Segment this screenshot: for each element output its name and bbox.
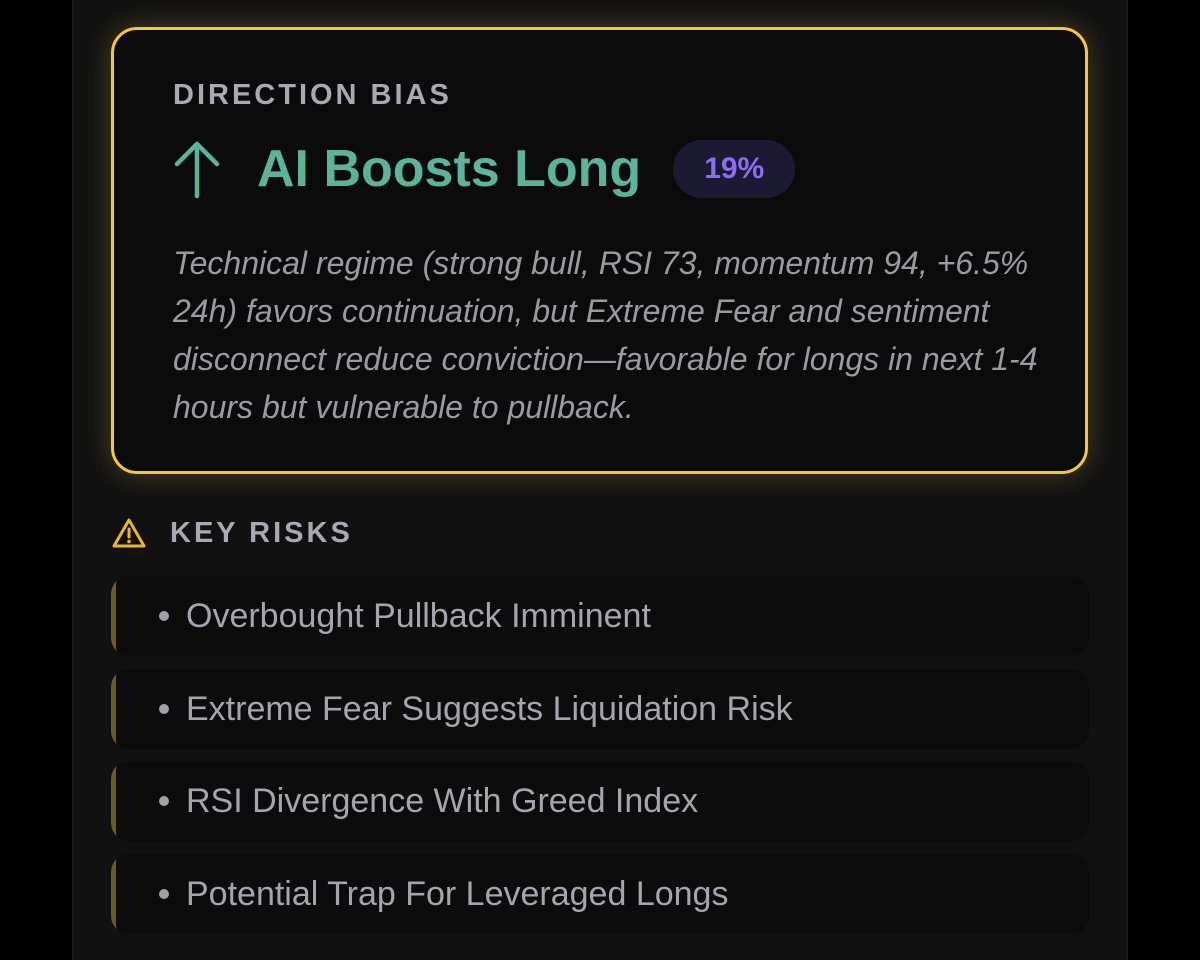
risk-accent-bar: [111, 761, 121, 841]
risk-item-text: Overbought Pullback Imminent: [186, 596, 651, 635]
warning-icon: [112, 518, 146, 548]
key-risks-title: KEY RISKS: [170, 516, 353, 549]
risk-item-text: Potential Trap For Leveraged Longs: [186, 874, 729, 913]
key-risks-header: KEY RISKS: [112, 510, 353, 556]
bullet-icon: [159, 796, 169, 806]
risk-accent-bar: [111, 669, 121, 749]
bullet-icon: [159, 704, 169, 714]
risk-accent-bar: [111, 576, 121, 656]
bullet-icon: [159, 611, 169, 621]
risk-item: Extreme Fear Suggests Liquidation Risk: [111, 669, 1089, 749]
risk-item-text: Extreme Fear Suggests Liquidation Risk: [186, 689, 793, 728]
risk-item: RSI Divergence With Greed Index: [111, 761, 1089, 841]
direction-bias-card: DIRECTION BIAS AI Boosts Long 19% Techni…: [111, 27, 1088, 474]
direction-bias-label: DIRECTION BIAS: [173, 79, 452, 111]
confidence-badge: 19%: [673, 140, 796, 198]
risk-item: Overbought Pullback Imminent: [111, 576, 1089, 656]
direction-bias-description: Technical regime (strong bull, RSI 73, m…: [173, 245, 1038, 425]
risk-item-text: RSI Divergence With Greed Index: [186, 781, 699, 820]
risk-accent-bar: [111, 854, 121, 934]
bullet-icon: [159, 889, 169, 899]
arrow-up-icon: [174, 141, 220, 199]
direction-bias-title: AI Boosts Long: [257, 140, 642, 198]
direction-bias-row: AI Boosts Long 19%: [171, 135, 796, 203]
risk-item: Potential Trap For Leveraged Longs: [111, 854, 1089, 934]
